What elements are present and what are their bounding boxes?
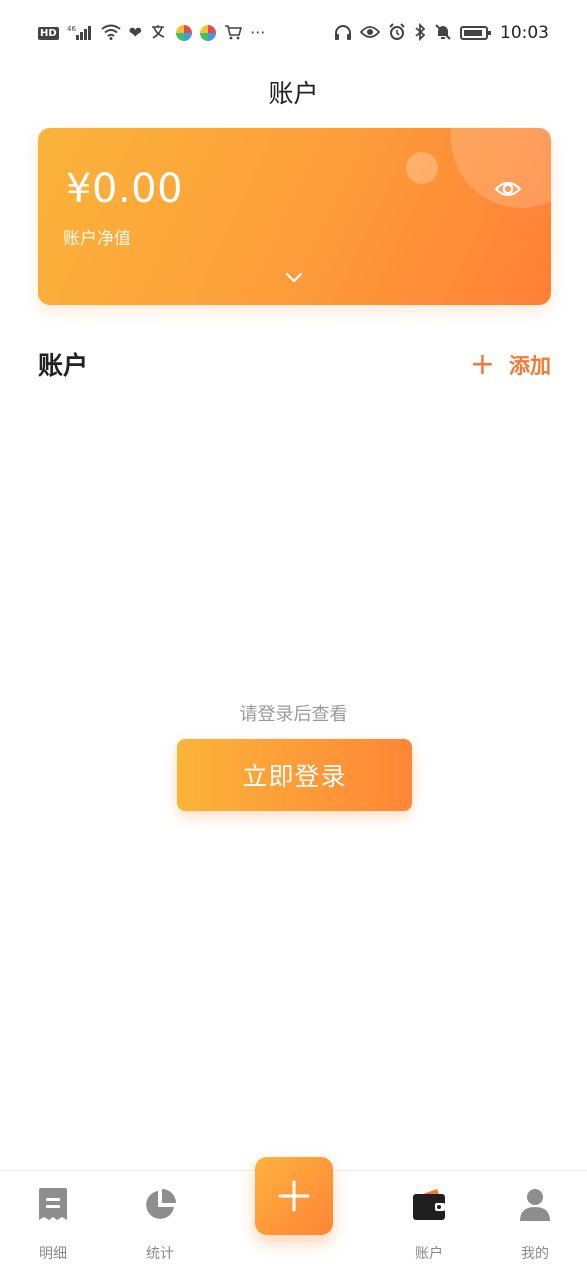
alarm-icon	[388, 22, 406, 44]
tab-statistics[interactable]: 统计	[120, 1185, 200, 1263]
signal-label: 46	[67, 25, 76, 33]
tab-mine[interactable]: 我的	[495, 1185, 575, 1263]
tab-statistics-label: 统计	[146, 1246, 174, 1262]
mute-bell-icon	[434, 23, 452, 44]
chevron-down-icon[interactable]	[284, 270, 304, 284]
cart-icon	[224, 24, 243, 43]
more-notifications-icon: ···	[250, 23, 266, 42]
plus-icon	[278, 1180, 310, 1212]
eye-comfort-icon	[359, 25, 381, 42]
decorative-circle-small	[406, 152, 438, 184]
wifi-icon	[101, 24, 121, 43]
tab-details-label: 明细	[39, 1246, 67, 1262]
add-record-button[interactable]	[255, 1157, 333, 1235]
bluetooth-icon	[414, 22, 426, 44]
net-worth-label: 账户净值	[63, 229, 131, 249]
headphones-icon	[334, 24, 352, 43]
translate-app-icon	[150, 24, 168, 43]
colorful-app-icon-2	[200, 25, 217, 41]
plus-icon: +	[469, 347, 495, 382]
net-worth-amount: ¥0.00	[66, 166, 184, 212]
pie-chart-icon	[120, 1185, 200, 1225]
accounts-section-title: 账户	[38, 351, 89, 380]
eye-icon[interactable]	[494, 178, 522, 200]
tab-accounts-label: 账户	[415, 1246, 443, 1262]
tab-details[interactable]: 明细	[13, 1185, 93, 1263]
page-title: 账户	[268, 79, 319, 108]
person-icon	[495, 1185, 575, 1225]
status-time: 10:03	[500, 23, 549, 43]
cellular-signal-icon: 46	[67, 24, 93, 43]
heart-app-icon: ❤	[128, 23, 143, 42]
status-bar-right: 10:03	[334, 22, 549, 44]
hd-badge: HD	[38, 26, 59, 40]
add-account-label: 添加	[509, 354, 551, 378]
login-hint: 请登录后查看	[239, 704, 348, 725]
tab-mine-label: 我的	[521, 1246, 549, 1262]
wallet-icon	[389, 1185, 469, 1225]
receipt-icon	[13, 1185, 93, 1225]
add-account-button[interactable]: + 添加	[470, 350, 551, 380]
status-bar-left: HD 46 ❤ ···	[38, 24, 265, 43]
tab-accounts[interactable]: 账户	[389, 1185, 469, 1263]
balance-card[interactable]: ¥0.00 账户净值	[38, 128, 551, 305]
login-button[interactable]: 立即登录	[177, 739, 412, 811]
status-bar: HD 46 ❤ ··· 10:03	[0, 0, 587, 66]
battery-icon	[460, 26, 491, 40]
colorful-app-icon	[176, 25, 193, 41]
